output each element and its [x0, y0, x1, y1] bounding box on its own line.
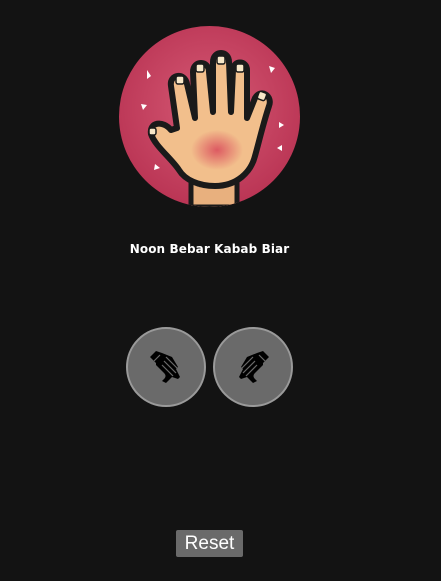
player-name: Noon Bebar Kabab Biar	[129, 242, 290, 256]
left-hand-button[interactable]	[126, 327, 206, 407]
slapping-hand-icon	[119, 26, 300, 207]
right-hand-button[interactable]	[213, 327, 293, 407]
right-slap-hand-icon	[239, 351, 269, 383]
reset-button[interactable]: Reset	[176, 530, 243, 557]
left-slap-hand-icon	[150, 351, 180, 383]
player-avatar	[119, 26, 300, 207]
